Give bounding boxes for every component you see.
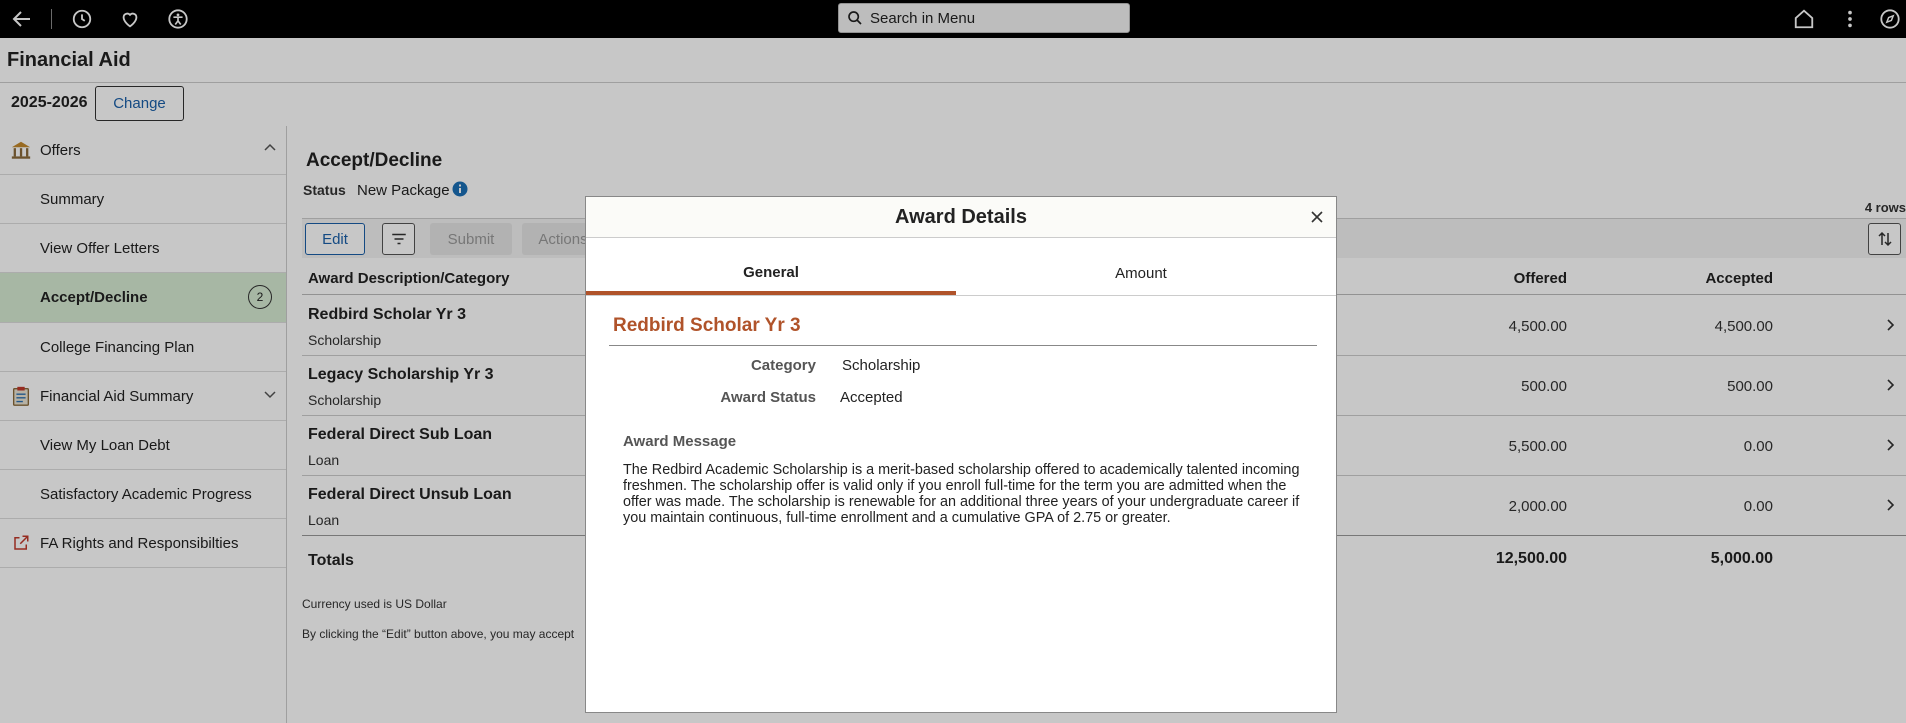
- category-value: Scholarship: [842, 357, 921, 374]
- category-label: Category: [750, 357, 816, 374]
- divider: [609, 345, 1317, 346]
- award-message-label: Award Message: [623, 433, 737, 450]
- close-icon[interactable]: [1308, 208, 1326, 226]
- tab-amount[interactable]: Amount: [956, 253, 1326, 294]
- tab-general[interactable]: General: [586, 253, 956, 295]
- dialog-title: Award Details: [895, 206, 1027, 228]
- award-name: Redbird Scholar Yr 3: [613, 315, 801, 336]
- award-details-dialog: Award Details General Amount Redbird Sch…: [585, 196, 1337, 713]
- dialog-header: Award Details: [586, 197, 1336, 238]
- award-message-text: The Redbird Academic Scholarship is a me…: [623, 462, 1300, 526]
- dialog-tabs: General Amount: [586, 253, 1336, 296]
- award-status-label: Award Status: [720, 389, 816, 406]
- award-status-value: Accepted: [840, 389, 903, 406]
